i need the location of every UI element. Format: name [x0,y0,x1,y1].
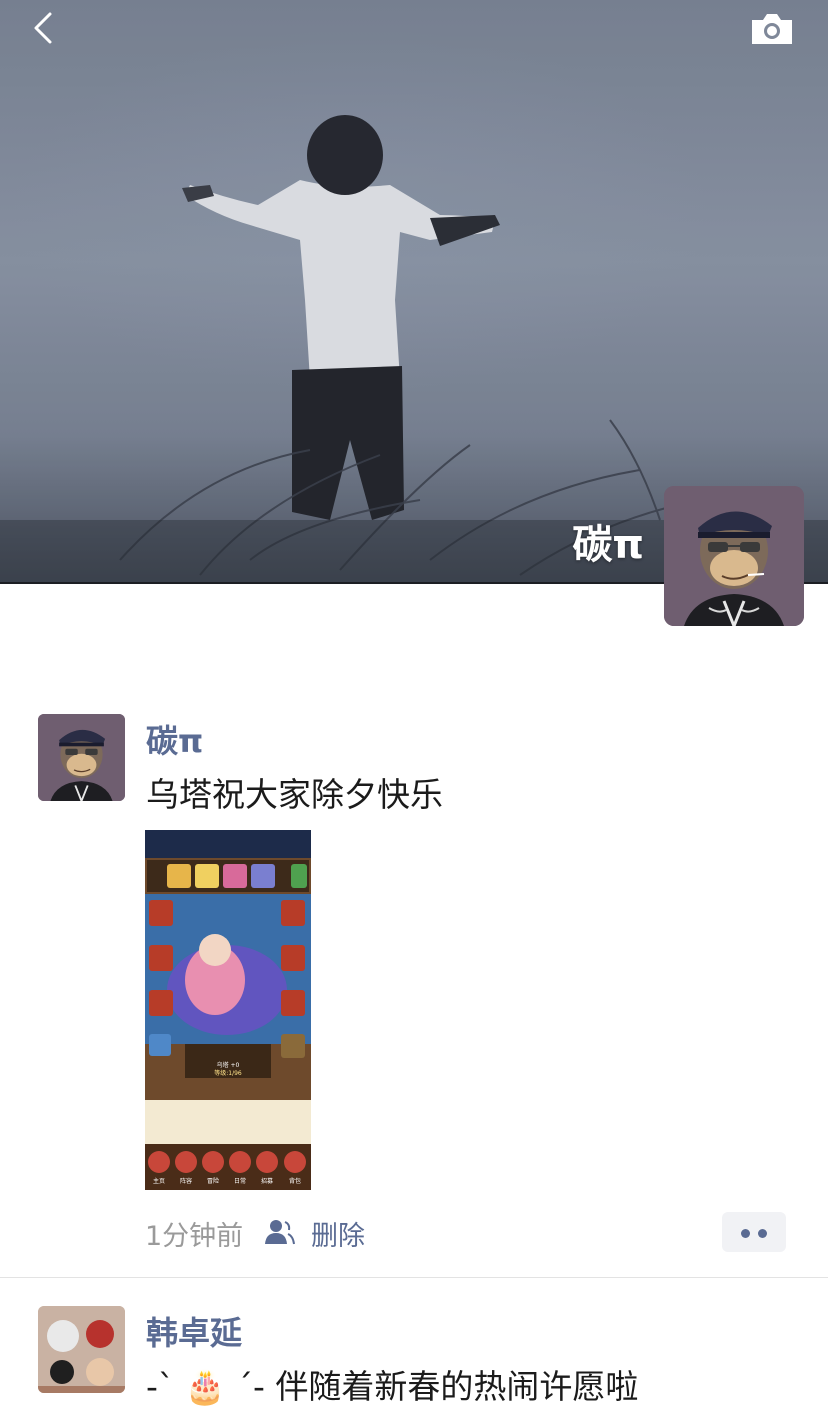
delete-button[interactable]: 删除 [311,1214,365,1253]
post-text: -ˋ 🎂 ˊ- 伴随着新春的热闹许愿啦 [146,1367,639,1406]
profile-avatar[interactable] [664,486,804,626]
game-nav-label: 阵容 [180,1177,192,1185]
post-text: 乌塔祝大家除夕快乐 [146,775,443,814]
game-nav-label: 日常 [234,1177,246,1185]
more-button[interactable] [722,1212,786,1252]
ape-avatar-image [38,714,125,801]
post-image[interactable]: 乌塔 +0 等级:1/96 主页 阵容 冒险 日常 招募 背包 [145,830,311,1190]
more-dots-icon [741,1229,750,1238]
camera-icon [752,14,792,44]
post-author-avatar[interactable] [38,714,125,801]
ape-avatar-image [664,486,804,626]
post-meta: 1分钟前 删除 [145,1212,786,1253]
post-author-name[interactable]: 韩卓延 [146,1308,242,1354]
game-screenshot-thumbnail: 乌塔 +0 等级:1/96 主页 阵容 冒险 日常 招募 背包 [145,830,311,1190]
post-time: 1分钟前 [145,1221,244,1252]
game-level: 等级:1/96 [214,1069,242,1077]
game-nav-label: 背包 [289,1177,301,1185]
more-dots-icon [758,1229,767,1238]
post-author-avatar[interactable] [38,1306,125,1393]
profile-name: 碳π [572,522,644,568]
camera-button[interactable] [748,10,796,50]
game-nav-label: 冒险 [207,1177,219,1185]
game-nav-label: 招募 [261,1177,273,1185]
post-divider [0,1277,828,1278]
chevron-left-icon [34,12,52,44]
people-icon[interactable] [263,1218,295,1246]
photo-avatar-image [38,1306,125,1393]
game-nav-label: 主页 [153,1177,165,1185]
post-author-name[interactable]: 碳π [146,716,203,762]
back-button[interactable] [28,10,68,50]
game-char-name: 乌塔 +0 [217,1061,240,1069]
